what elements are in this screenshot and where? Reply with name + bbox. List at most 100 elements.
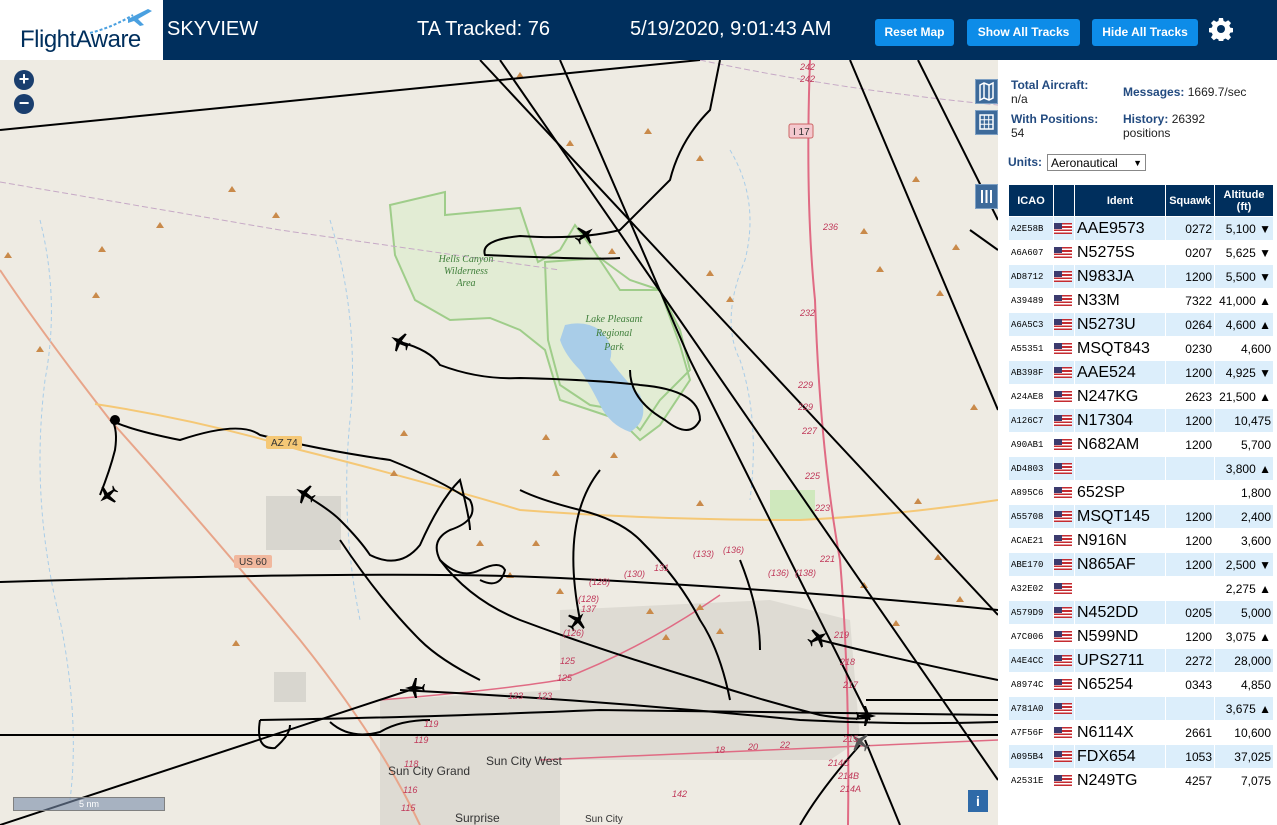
- grid-toggle-button[interactable]: [975, 110, 998, 135]
- map-layer-button[interactable]: [975, 79, 998, 104]
- aircraft-icao-cell: A32E02: [1009, 577, 1053, 600]
- label-lake-pleasant: Lake Pleasant: [585, 314, 643, 325]
- aircraft-altitude-cell: 3,800 ▲: [1215, 457, 1273, 480]
- table-row[interactable]: A32E02 2,275 ▲: [1009, 577, 1273, 600]
- table-row[interactable]: A126C7 N17304 1200 10,475: [1009, 409, 1273, 432]
- aircraft-squawk-cell: 0272: [1166, 217, 1214, 240]
- label-exit: (128): [578, 594, 599, 604]
- table-row[interactable]: A55708 MSQT145 1200 2,400: [1009, 505, 1273, 528]
- table-row[interactable]: A095B4 FDX654 1053 37,025: [1009, 745, 1273, 768]
- aircraft-ident-cell: MSQT145: [1075, 505, 1165, 528]
- label-exit: 116: [403, 785, 417, 795]
- table-row[interactable]: A6A607 N5275S 0207 5,625 ▼: [1009, 241, 1273, 264]
- label-exit: 232: [799, 308, 815, 318]
- column-header-flag[interactable]: [1054, 185, 1074, 216]
- aircraft-squawk-cell: 4257: [1166, 769, 1214, 792]
- label-exit: 142: [672, 789, 687, 799]
- table-row[interactable]: A24AE8 N247KG 2623 21,500 ▲: [1009, 385, 1273, 408]
- info-button[interactable]: i: [968, 790, 988, 812]
- label-surprise: Surprise: [455, 811, 500, 825]
- table-row[interactable]: AD4803 3,800 ▲: [1009, 457, 1273, 480]
- aircraft-squawk-cell: [1166, 457, 1214, 480]
- us-flag-icon: [1054, 342, 1072, 354]
- us-flag-icon: [1054, 366, 1072, 378]
- zoom-in-button[interactable]: +: [14, 70, 34, 90]
- label-exit: 214C: [827, 758, 850, 768]
- label-park: Park: [603, 342, 624, 353]
- history-label: History:: [1123, 112, 1169, 126]
- table-row[interactable]: A7F56F N6114X 2661 10,600: [1009, 721, 1273, 744]
- aircraft-ident-cell: AAE524: [1075, 361, 1165, 384]
- aircraft-icao-cell: A895C6: [1009, 481, 1053, 504]
- label-exit: 242: [799, 74, 815, 84]
- units-select[interactable]: Aeronautical: [1047, 154, 1146, 171]
- table-row[interactable]: A39489 N33M 7322 41,000 ▲: [1009, 289, 1273, 312]
- table-row[interactable]: AD8712 N983JA 1200 5,500 ▼: [1009, 265, 1273, 288]
- aircraft-squawk-cell: [1166, 697, 1214, 720]
- aircraft-altitude-cell: 5,100 ▼: [1215, 217, 1273, 240]
- hide-all-tracks-button[interactable]: Hide All Tracks: [1092, 19, 1198, 46]
- columns-toggle-button[interactable]: [975, 184, 998, 209]
- table-row[interactable]: A7C006 N599ND 1200 3,075 ▲: [1009, 625, 1273, 648]
- total-aircraft-value: n/a: [1011, 92, 1028, 106]
- reset-map-button[interactable]: Reset Map: [875, 19, 954, 46]
- label-us60: US 60: [239, 557, 267, 568]
- table-row[interactable]: A579D9 N452DD 0205 5,000: [1009, 601, 1273, 624]
- aircraft-ident-cell: N249TG: [1075, 769, 1165, 792]
- aircraft-ident-cell: N682AM: [1075, 433, 1165, 456]
- label-exit: 115: [401, 803, 416, 813]
- table-row[interactable]: AB398F AAE524 1200 4,925 ▼: [1009, 361, 1273, 384]
- map-canvas[interactable]: Hells Canyon Wilderness Area Lake Pleasa…: [0, 60, 998, 825]
- grid-icon: [979, 114, 994, 130]
- aircraft-ident-cell: N17304: [1075, 409, 1165, 432]
- zoom-out-button[interactable]: −: [14, 94, 34, 114]
- table-row[interactable]: ABE170 N865AF 1200 2,500 ▼: [1009, 553, 1273, 576]
- country-flag-cell: [1054, 337, 1074, 360]
- aircraft-marker-ground[interactable]: [110, 415, 120, 425]
- aircraft-ident-cell: UPS2711: [1075, 649, 1165, 672]
- country-flag-cell: [1054, 217, 1074, 240]
- table-row[interactable]: A4E4CC UPS2711 2272 28,000: [1009, 649, 1273, 672]
- history-unit: positions: [1123, 126, 1171, 140]
- country-flag-cell: [1054, 313, 1074, 336]
- aircraft-squawk-cell: 2623: [1166, 385, 1214, 408]
- label-exit: (130): [624, 569, 645, 579]
- table-row[interactable]: A8974C N65254 0343 4,850: [1009, 673, 1273, 696]
- aircraft-altitude-cell: 10,600: [1215, 721, 1273, 744]
- map-view[interactable]: Hells Canyon Wilderness Area Lake Pleasa…: [0, 60, 998, 825]
- country-flag-cell: [1054, 529, 1074, 552]
- label-exit: 221: [819, 554, 835, 564]
- column-header-squawk[interactable]: Squawk: [1166, 185, 1214, 216]
- country-flag-cell: [1054, 433, 1074, 456]
- label-exit: 125: [557, 673, 573, 683]
- country-flag-cell: [1054, 385, 1074, 408]
- column-header-icao[interactable]: ICAO: [1009, 185, 1053, 216]
- aircraft-ident-cell: N983JA: [1075, 265, 1165, 288]
- label-exit: 225: [804, 471, 821, 481]
- table-row[interactable]: A781A0 3,675 ▲: [1009, 697, 1273, 720]
- table-row[interactable]: A6A5C3 N5273U 0264 4,600 ▲: [1009, 313, 1273, 336]
- table-row[interactable]: A895C6 652SP 1,800: [1009, 481, 1273, 504]
- aircraft-table: ICAO Ident Squawk Altitude (ft) A2E58B AA…: [1008, 184, 1274, 793]
- with-positions-label: With Positions:: [1011, 112, 1099, 126]
- table-row[interactable]: ACAE21 N916N 1200 3,600: [1009, 529, 1273, 552]
- aircraft-icao-cell: A6A607: [1009, 241, 1053, 264]
- label-exit: 229: [797, 380, 813, 390]
- table-row[interactable]: A55351 MSQT843 0230 4,600: [1009, 337, 1273, 360]
- aircraft-table-body: A2E58B AAE9573 0272 5,100 ▼ A6A607 N5275S 0207…: [1009, 217, 1273, 792]
- altitude-header-unit: (ft): [1236, 200, 1252, 213]
- show-all-tracks-button[interactable]: Show All Tracks: [967, 19, 1080, 46]
- gear-icon[interactable]: [1209, 17, 1233, 41]
- label-exit: 118: [404, 759, 418, 769]
- table-row[interactable]: A2E58B AAE9573 0272 5,100 ▼: [1009, 217, 1273, 240]
- table-row[interactable]: A90AB1 N682AM 1200 5,700: [1009, 433, 1273, 456]
- aircraft-altitude-cell: 5,500 ▼: [1215, 265, 1273, 288]
- column-header-ident[interactable]: Ident: [1075, 185, 1165, 216]
- country-flag-cell: [1054, 361, 1074, 384]
- history-value: 26392: [1171, 112, 1206, 126]
- table-row[interactable]: A2531E N249TG 4257 7,075: [1009, 769, 1273, 792]
- column-header-altitude[interactable]: Altitude (ft): [1215, 185, 1273, 216]
- aircraft-ident-cell: N33M: [1075, 289, 1165, 312]
- gray-lot-2: [274, 672, 306, 702]
- aircraft-icao-cell: AB398F: [1009, 361, 1053, 384]
